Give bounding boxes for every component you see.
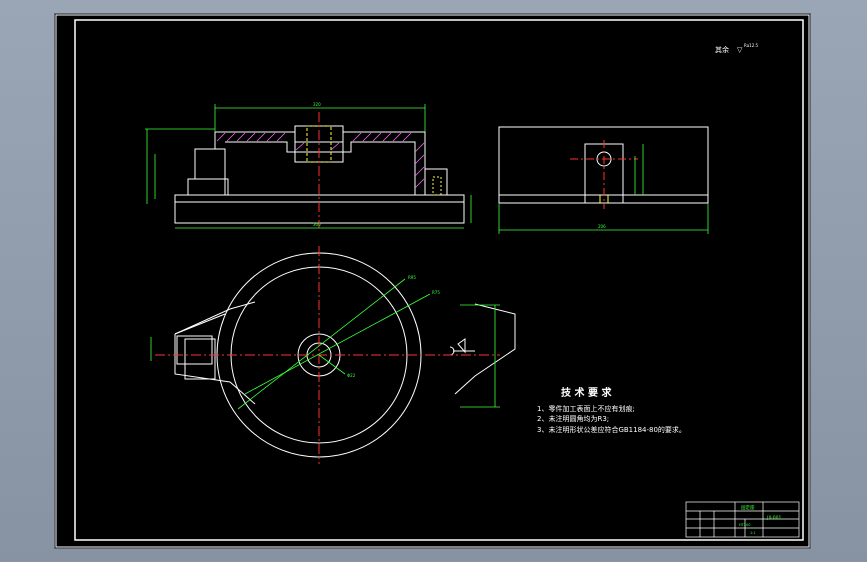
flange-outline	[174, 301, 516, 405]
title-scale: 1:1	[750, 531, 756, 535]
tech-requirements: 技 术 要 求 1、零件加工表面上不应有划痕; 2、未注明圆角均为R3; 3、未…	[537, 386, 686, 434]
roughness-symbol: ▽	[737, 46, 743, 54]
plan-dimensions	[150, 278, 500, 410]
left-boss	[187, 178, 229, 196]
cad-drawing: 其余 ▽ Ra12.5 320 300 206 R95 R75 Φ22 技 术 …	[55, 14, 810, 548]
tech-req-item-3: 3、未注明形状公差应符合GB1184-80的要求。	[537, 425, 686, 434]
left-lug	[176, 335, 213, 365]
title-material: HT200	[739, 523, 750, 527]
title-drawing-no: JX-001	[766, 515, 782, 521]
outer-frame	[55, 14, 810, 548]
roughness-note: 其余 ▽ Ra12.5	[715, 43, 759, 54]
radius-large-dim: R95	[408, 275, 416, 280]
drawing-sheet: 其余 ▽ Ra12.5 320 300 206 R95 R75 Φ22 技 术 …	[55, 14, 810, 548]
section-hatch	[216, 132, 425, 189]
roughness-value: Ra12.5	[744, 43, 759, 48]
tech-req-item-2: 2、未注明圆角均为R3;	[537, 414, 609, 423]
side-view: 206	[498, 126, 709, 234]
front-width-dim: 320	[313, 102, 321, 107]
title-part-name: 固定座	[741, 504, 755, 511]
tech-req-title: 技 术 要 求	[561, 386, 612, 399]
front-base-dim: 300	[313, 222, 321, 227]
front-dimensions	[145, 104, 472, 229]
plan-view: R95 R75 Φ22	[150, 246, 516, 464]
front-section-view: 320 300	[145, 102, 472, 229]
tech-req-item-1: 1、零件加工表面上不应有划痕;	[537, 404, 635, 413]
radius-mid-dim: R75	[432, 290, 440, 295]
bore-dim: Φ22	[347, 373, 356, 378]
dome-section-outline	[214, 131, 426, 195]
side-width-dim: 206	[598, 224, 606, 229]
inner-frame	[74, 19, 804, 541]
roughness-note-label: 其余	[715, 45, 729, 54]
